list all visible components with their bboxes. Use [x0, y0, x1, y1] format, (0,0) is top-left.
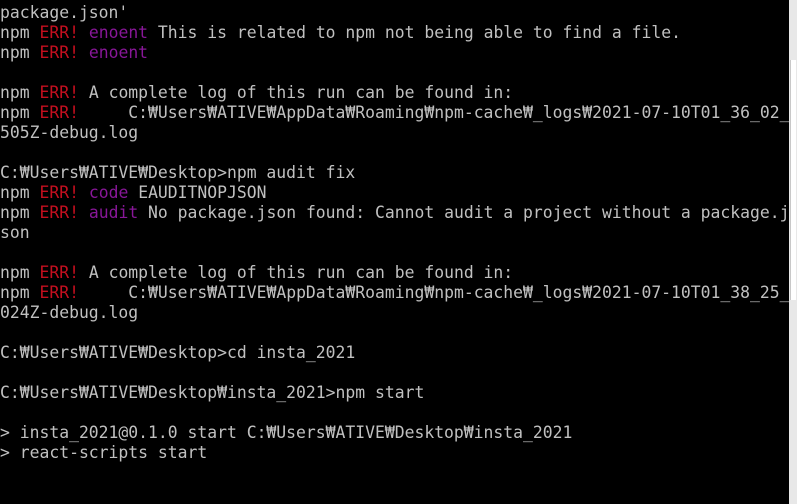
terminal-line: son — [0, 223, 789, 243]
terminal-text: npm — [0, 23, 40, 42]
error-tag: ERR! — [39, 43, 79, 62]
terminal-text: 505Z-debug.log — [0, 123, 139, 142]
terminal-text: 024Z-debug.log — [0, 303, 139, 322]
terminal-text: son — [0, 223, 30, 242]
terminal-text: C:₩Users₩ATIVE₩Desktop>cd insta_2021 — [0, 343, 356, 362]
error-code: enoent — [88, 23, 149, 42]
terminal-line: npm ERR! enoent — [0, 43, 789, 63]
terminal-text: > react-scripts start — [0, 443, 208, 462]
terminal-text: npm — [0, 263, 40, 282]
terminal-line: npm ERR! C:₩Users₩ATIVE₩AppData₩Roaming₩… — [0, 103, 789, 123]
terminal-line: npm ERR! audit No package.json found: Ca… — [0, 203, 789, 223]
error-tag: ERR! — [39, 103, 79, 122]
terminal-output[interactable]: package.json' npm ERR! enoent This is rel… — [0, 0, 789, 504]
terminal-line: npm ERR! C:₩Users₩ATIVE₩AppData₩Roaming₩… — [0, 283, 789, 303]
terminal-line: 505Z-debug.log — [0, 123, 789, 143]
terminal-text: A complete log of this run can be found … — [78, 83, 514, 102]
terminal-text: No package.json found: Cannot audit a pr… — [138, 203, 789, 222]
error-tag: ERR! — [39, 83, 79, 102]
terminal-text: npm — [0, 203, 40, 222]
terminal-text: EAUDITNOPJSON — [128, 183, 267, 202]
error-code: code — [88, 183, 129, 202]
terminal-line: C:₩Users₩ATIVE₩Desktop>npm audit fix — [0, 163, 789, 183]
terminal-line: npm ERR! code EAUDITNOPJSON — [0, 183, 789, 203]
terminal-text: C:₩Users₩ATIVE₩AppData₩Roaming₩npm-cache… — [78, 283, 789, 302]
terminal-line: > react-scripts start — [0, 443, 789, 463]
error-code: audit — [88, 203, 139, 222]
terminal-line: package.json' — [0, 3, 789, 23]
error-tag: ERR! — [39, 183, 79, 202]
error-tag: ERR! — [39, 23, 79, 42]
terminal-text: C:₩Users₩ATIVE₩Desktop₩insta_2021>npm st… — [0, 383, 425, 402]
terminal-text: > insta_2021@0.1.0 start C:₩Users₩ATIVE₩… — [0, 423, 573, 442]
terminal-line: C:₩Users₩ATIVE₩Desktop>cd insta_2021 — [0, 343, 789, 363]
terminal-text: C:₩Users₩ATIVE₩Desktop>npm audit fix — [0, 163, 356, 182]
terminal-line: npm ERR! A complete log of this run can … — [0, 263, 789, 283]
terminal-line: 024Z-debug.log — [0, 303, 789, 323]
terminal-text: This is related to npm not being able to… — [148, 23, 681, 42]
terminal-text: npm — [0, 283, 40, 302]
terminal-text: C:₩Users₩ATIVE₩AppData₩Roaming₩npm-cache… — [78, 103, 789, 122]
terminal-line: npm ERR! A complete log of this run can … — [0, 83, 789, 103]
terminal-text: npm — [0, 183, 40, 202]
terminal-text: npm — [0, 103, 40, 122]
scrollbar-thumb[interactable] — [790, 60, 796, 300]
error-tag: ERR! — [39, 283, 79, 302]
terminal-text: package.json' — [0, 3, 129, 22]
vertical-scrollbar[interactable] — [789, 0, 797, 504]
error-tag: ERR! — [39, 263, 79, 282]
error-tag: ERR! — [39, 203, 79, 222]
terminal-text: A complete log of this run can be found … — [78, 263, 514, 282]
terminal-line: > insta_2021@0.1.0 start C:₩Users₩ATIVE₩… — [0, 423, 789, 443]
terminal-text: npm — [0, 43, 40, 62]
terminal-line: npm ERR! enoent This is related to npm n… — [0, 23, 789, 43]
terminal-line: C:₩Users₩ATIVE₩Desktop₩insta_2021>npm st… — [0, 383, 789, 403]
terminal-text: npm — [0, 83, 40, 102]
error-code: enoent — [88, 43, 149, 62]
